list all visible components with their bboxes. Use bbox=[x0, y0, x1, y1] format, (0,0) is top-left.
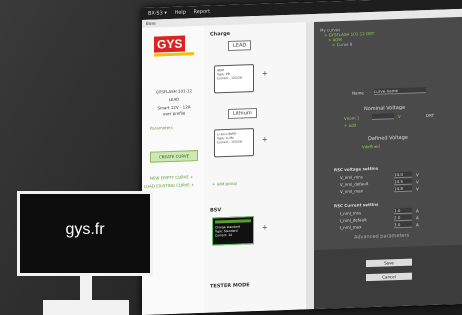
current-label: I_nml_max bbox=[340, 224, 362, 231]
nominal-add[interactable]: + add bbox=[344, 123, 356, 128]
add-group-link[interactable]: + add group bbox=[212, 181, 237, 187]
help-menu[interactable]: Help bbox=[174, 9, 185, 15]
current-input[interactable]: 3.0 bbox=[394, 221, 412, 229]
curve-list: Charge LEAD AGM Type: PB Current : 12/12… bbox=[204, 22, 306, 313]
curve-card-lithium[interactable]: Li-Ion-LiFePO Type: Li-Mo Current : 15/1… bbox=[214, 128, 254, 158]
logo-stripe bbox=[154, 52, 194, 57]
create-curve-button[interactable]: CREATE CURVE bbox=[150, 150, 198, 163]
current-label: I_nml_mns bbox=[340, 210, 362, 217]
current-unit: A bbox=[416, 208, 419, 214]
monitor-overlay: gys.fr bbox=[17, 191, 153, 276]
nominal-title: Nominal Voltage bbox=[364, 104, 406, 113]
lead-group[interactable]: LEAD bbox=[228, 40, 252, 51]
device-profile: user profile bbox=[162, 110, 186, 117]
breadcrumb-curve: > Curve 8 bbox=[332, 41, 353, 48]
current-unit: A bbox=[416, 215, 419, 221]
website-label: gys.fr bbox=[65, 221, 105, 238]
current-input[interactable]: 1.0 bbox=[394, 207, 412, 215]
voltage-label: V_nml_max bbox=[340, 188, 363, 195]
vnom-input[interactable] bbox=[372, 113, 394, 120]
voltage-input[interactable]: 14.8 bbox=[394, 185, 412, 193]
tester-title: TESTER MODE bbox=[210, 282, 250, 290]
voltage-input[interactable]: 14.5 bbox=[394, 178, 412, 186]
card-line: Current: 1A bbox=[215, 232, 233, 238]
selected-bar bbox=[215, 219, 251, 224]
app-screen: BX-S3 ▾ Help Report Base GYS GYSFLASH 10… bbox=[142, 0, 462, 315]
monitor-stand bbox=[80, 276, 92, 302]
voltage-unit: V bbox=[416, 186, 419, 192]
defined-title: Defined Voltage bbox=[368, 134, 408, 143]
name-label: Name bbox=[352, 90, 364, 96]
voltage-input[interactable]: 14.0 bbox=[394, 171, 412, 179]
add-curve-icon[interactable]: + bbox=[262, 224, 268, 232]
bsv-title: BSV bbox=[210, 207, 222, 214]
add-curve-icon[interactable]: + bbox=[262, 136, 268, 144]
bsv-card[interactable]: Charge standard Type: Standard Current: … bbox=[212, 216, 254, 246]
name-input[interactable]: curve-name bbox=[374, 87, 426, 95]
add-curve-icon[interactable]: + bbox=[262, 70, 268, 78]
report-menu[interactable]: Report bbox=[193, 9, 210, 16]
load-curve-link[interactable]: LOAD EXISTING CURVE + bbox=[144, 182, 194, 189]
voltage-label: V_nml_mns bbox=[340, 174, 363, 181]
parameters-link[interactable]: Parameters bbox=[150, 125, 173, 131]
curve-card-agm[interactable]: AGM Type: PB Current : 12/12A bbox=[214, 64, 254, 94]
panel-divider bbox=[306, 21, 314, 310]
gys-logo: GYS bbox=[154, 32, 194, 57]
new-curve-link[interactable]: NEW EMPTY CURVE + bbox=[150, 174, 193, 181]
lithium-group[interactable]: Lithium bbox=[228, 107, 257, 119]
rsc-voltage-title: RSC voltage settins bbox=[334, 165, 379, 173]
defined-row: Vdefined bbox=[362, 143, 380, 150]
card-line: Current : 15/15A bbox=[217, 139, 242, 145]
device-menu[interactable]: BX-S3 ▾ bbox=[148, 10, 167, 17]
current-label: I_nml_default bbox=[340, 217, 367, 224]
vnom-label: Vnom 1 bbox=[344, 115, 360, 121]
device-name: GYSFLASH 101-12 bbox=[155, 88, 193, 95]
vnom-unit2: DRT bbox=[426, 112, 435, 119]
curve-editor-panel: My curves > GYSFLASH 101-12 DRT > AGM > … bbox=[314, 16, 462, 309]
current-unit: A bbox=[416, 222, 419, 228]
charge-title: Charge bbox=[210, 30, 231, 38]
voltage-label: V_nml_default bbox=[340, 181, 369, 188]
advanced-parameters[interactable]: Advanced parameters bbox=[354, 233, 409, 241]
current-input[interactable]: 2.0 bbox=[394, 214, 412, 222]
monitor-base bbox=[43, 300, 129, 315]
tab-main[interactable]: Base bbox=[146, 21, 156, 26]
voltage-unit: V bbox=[416, 172, 419, 178]
device-mode: LEAD bbox=[168, 96, 180, 103]
vnom-unit: V bbox=[398, 113, 401, 120]
brand-text: GYS bbox=[154, 35, 186, 53]
rsc-current-title: RSC Current settins bbox=[334, 201, 379, 209]
card-line: Current : 12/12A bbox=[217, 75, 242, 81]
voltage-unit: V bbox=[416, 179, 419, 185]
